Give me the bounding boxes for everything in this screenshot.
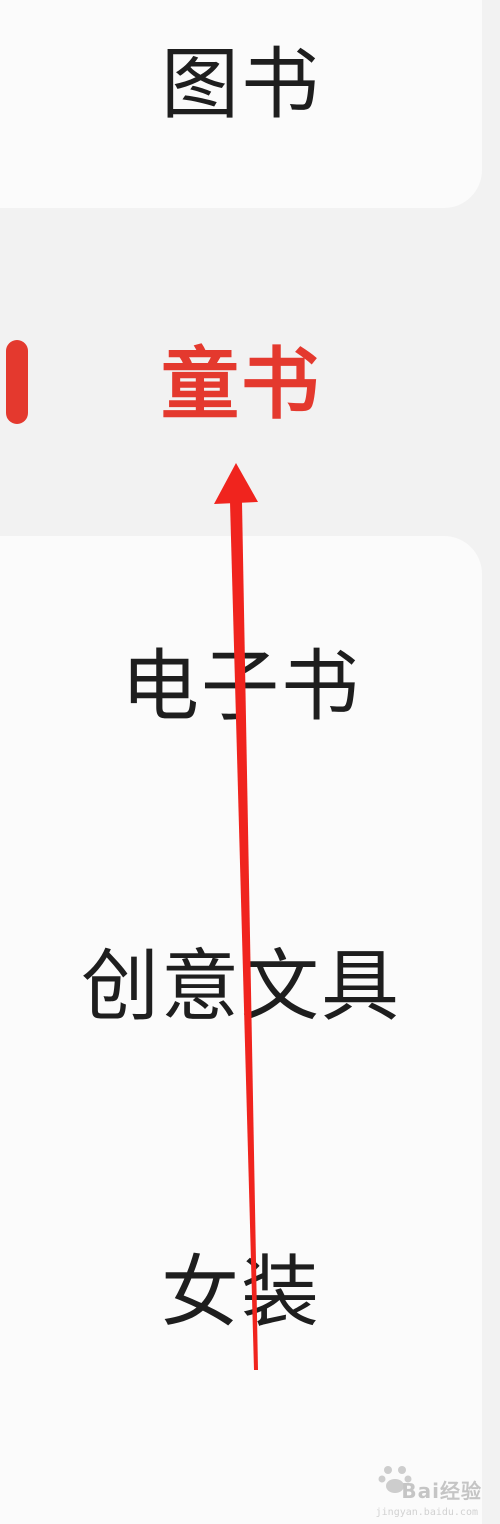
sidebar-item-label: 创意文具 xyxy=(80,942,401,1032)
sidebar-item-books[interactable]: 图书 xyxy=(0,30,482,140)
sidebar-item-label: 童书 xyxy=(160,340,321,430)
sidebar-item-ebooks[interactable]: 电子书 xyxy=(0,632,482,742)
sidebar-item-womens-clothing[interactable]: 女装 xyxy=(0,1238,482,1348)
watermark-url: jingyan.baidu.com xyxy=(375,1507,478,1518)
sidebar-item-stationery[interactable]: 创意文具 xyxy=(0,932,482,1042)
sidebar-item-label: 女装 xyxy=(160,1248,321,1338)
sidebar-item-label: 电子书 xyxy=(120,642,361,732)
baidu-jingyan-watermark: Bai经验 jingyan.baidu.com xyxy=(372,1460,482,1518)
sidebar-item-childrens-books[interactable]: 童书 xyxy=(0,330,482,440)
category-sidebar: 图书 童书 电子书 创意文具 女装 Bai经验 jingyan.baidu.co… xyxy=(0,0,500,1524)
sidebar-item-label: 图书 xyxy=(160,40,321,130)
watermark-text: Bai经验 xyxy=(401,1479,482,1503)
